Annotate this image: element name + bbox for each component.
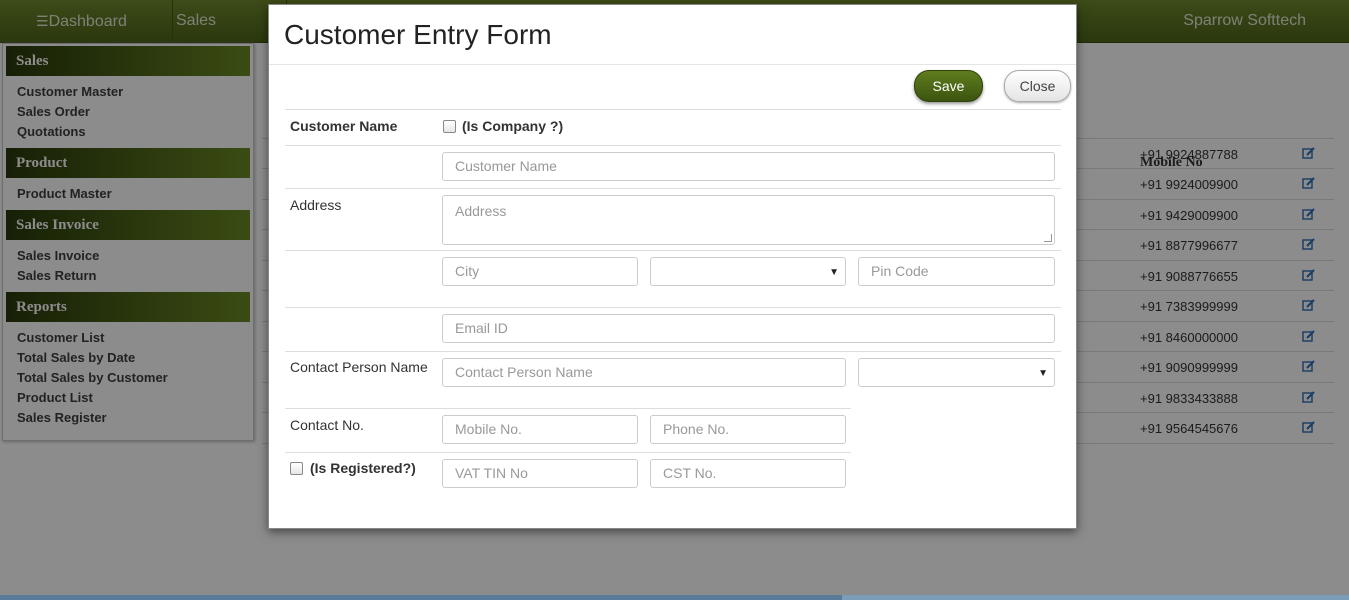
customer-name-input[interactable]: Customer Name bbox=[442, 152, 1055, 181]
dropdown-arrow-icon: ▼ bbox=[1038, 368, 1048, 379]
modal-header-divider bbox=[269, 64, 1076, 65]
is-registered-checkbox[interactable] bbox=[290, 462, 303, 475]
contact-person-input[interactable]: Contact Person Name bbox=[442, 358, 846, 387]
is-company-checkbox[interactable] bbox=[443, 120, 456, 133]
pin-code-input[interactable]: Pin Code bbox=[858, 257, 1055, 286]
mobile-input[interactable]: Mobile No. bbox=[442, 415, 638, 444]
close-button[interactable]: Close bbox=[1004, 70, 1071, 102]
is-registered-label: (Is Registered?) bbox=[310, 460, 416, 476]
taskbar-tray bbox=[842, 595, 1349, 600]
contact-no-label: Contact No. bbox=[290, 417, 364, 433]
contact-person-label: Contact Person Name bbox=[290, 359, 428, 375]
email-input[interactable]: Email ID bbox=[442, 314, 1055, 343]
address-placeholder: Address bbox=[455, 203, 507, 219]
save-button[interactable]: Save bbox=[914, 70, 983, 102]
contact-person-title-select[interactable]: ▼ bbox=[858, 358, 1055, 387]
customer-entry-modal: Customer Entry Form Save Close Customer … bbox=[268, 4, 1077, 529]
row-divider bbox=[285, 145, 1061, 146]
row-divider bbox=[285, 250, 1061, 251]
state-select[interactable]: ▼ bbox=[650, 257, 846, 286]
row-divider bbox=[285, 109, 1061, 110]
resize-handle-icon[interactable] bbox=[1044, 234, 1052, 242]
cst-input[interactable]: CST No. bbox=[650, 459, 846, 488]
row-divider bbox=[285, 307, 1061, 308]
address-textarea[interactable]: Address bbox=[442, 195, 1055, 245]
vat-tin-input[interactable]: VAT TIN No bbox=[442, 459, 638, 488]
row-divider bbox=[285, 351, 1061, 352]
modal-title: Customer Entry Form bbox=[284, 19, 552, 50]
dropdown-arrow-icon: ▼ bbox=[829, 267, 839, 278]
phone-input[interactable]: Phone No. bbox=[650, 415, 846, 444]
city-input[interactable]: City bbox=[442, 257, 638, 286]
address-label: Address bbox=[290, 197, 342, 213]
row-divider bbox=[285, 452, 851, 453]
is-company-label: (Is Company ?) bbox=[462, 118, 564, 134]
row-divider bbox=[285, 188, 1061, 189]
row-divider bbox=[285, 408, 851, 409]
customer-name-label: Customer Name bbox=[290, 118, 398, 134]
